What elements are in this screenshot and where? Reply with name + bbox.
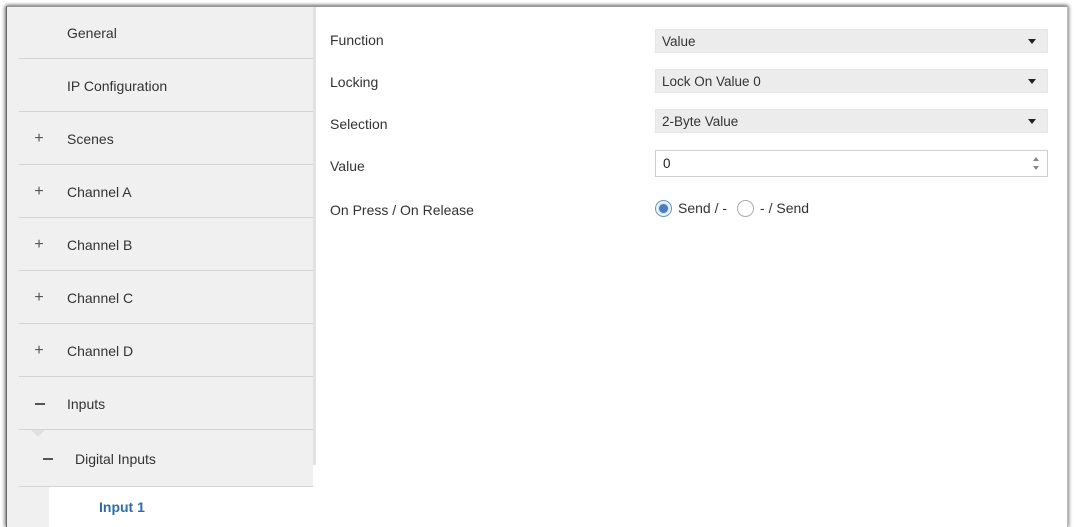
function-value: Value (662, 33, 696, 49)
locking-label: Locking (330, 74, 379, 90)
value-input[interactable]: 0 (663, 156, 671, 171)
function-label: Function (330, 32, 384, 48)
selection-dropdown[interactable]: 2-Byte Value (655, 109, 1048, 133)
sidebar-item-label: Scenes (67, 130, 114, 147)
radio-send-release[interactable]: - / Send (737, 199, 810, 217)
radio-unchecked-icon[interactable] (737, 199, 755, 217)
expand-plus-icon[interactable]: + (33, 183, 45, 201)
sidebar-item-ip-configuration[interactable]: IP Configuration (19, 60, 313, 112)
value-spinner[interactable]: 0 (655, 150, 1048, 177)
sidebar-item-channel-a[interactable]: + Channel A (19, 166, 313, 218)
tree-notch-icon (31, 430, 45, 437)
chevron-down-icon (1028, 39, 1036, 44)
app-window: General IP Configuration + Scenes + Chan… (6, 6, 1068, 527)
sidebar-item-label: Inputs (67, 395, 106, 412)
sidebar-item-label: Digital Inputs (75, 450, 156, 467)
sidebar-item-inputs[interactable]: Inputs (19, 378, 313, 430)
press-release-label: On Press / On Release (330, 202, 474, 218)
sidebar-item-scenes[interactable]: + Scenes (19, 113, 313, 165)
value-label: Value (330, 158, 365, 174)
parameter-panel: Function Value Locking Lock On Value 0 S… (316, 7, 1067, 527)
decrement-arrow-icon[interactable] (1033, 166, 1039, 170)
sidebar-item-label: Input 1 (99, 499, 145, 515)
radio-label: - / Send (760, 200, 810, 216)
sidebar-item-general[interactable]: General (19, 7, 313, 59)
expand-plus-icon[interactable]: + (33, 342, 45, 360)
expand-plus-icon[interactable]: + (33, 130, 45, 148)
collapse-minus-icon[interactable] (35, 403, 45, 405)
selection-value: 2-Byte Value (662, 113, 739, 129)
increment-arrow-icon[interactable] (1033, 157, 1039, 161)
sidebar-item-channel-c[interactable]: + Channel C (19, 272, 313, 324)
sidebar-item-label: Channel B (67, 236, 133, 253)
chevron-down-icon (1028, 79, 1036, 84)
sidebar-item-label: Channel A (67, 183, 132, 200)
expand-plus-icon[interactable]: + (33, 289, 45, 307)
sidebar-item-label: Channel C (67, 289, 134, 306)
sidebar-item-label: Channel D (67, 342, 134, 359)
sidebar-item-channel-b[interactable]: + Channel B (19, 219, 313, 271)
function-dropdown[interactable]: Value (655, 29, 1048, 53)
radio-checked-icon[interactable] (655, 199, 672, 217)
locking-value: Lock On Value 0 (662, 73, 761, 89)
selection-label: Selection (330, 116, 388, 132)
sidebar-item-label: IP Configuration (67, 77, 168, 94)
sidebar-item-digital-inputs[interactable]: Digital Inputs (19, 430, 313, 487)
sidebar-item-label: General (67, 24, 117, 41)
sidebar-item-input-1[interactable]: Input 1 (49, 487, 313, 527)
chevron-down-icon (1028, 119, 1036, 124)
locking-dropdown[interactable]: Lock On Value 0 (655, 69, 1048, 93)
sidebar: General IP Configuration + Scenes + Chan… (7, 7, 313, 527)
expand-plus-icon[interactable]: + (33, 236, 45, 254)
sidebar-item-channel-d[interactable]: + Channel D (19, 325, 313, 377)
collapse-minus-icon[interactable] (43, 458, 53, 460)
press-release-radio-group: Send / - - / Send (655, 197, 819, 219)
radio-send-press[interactable]: Send / - (655, 199, 728, 217)
radio-label: Send / - (678, 200, 728, 216)
